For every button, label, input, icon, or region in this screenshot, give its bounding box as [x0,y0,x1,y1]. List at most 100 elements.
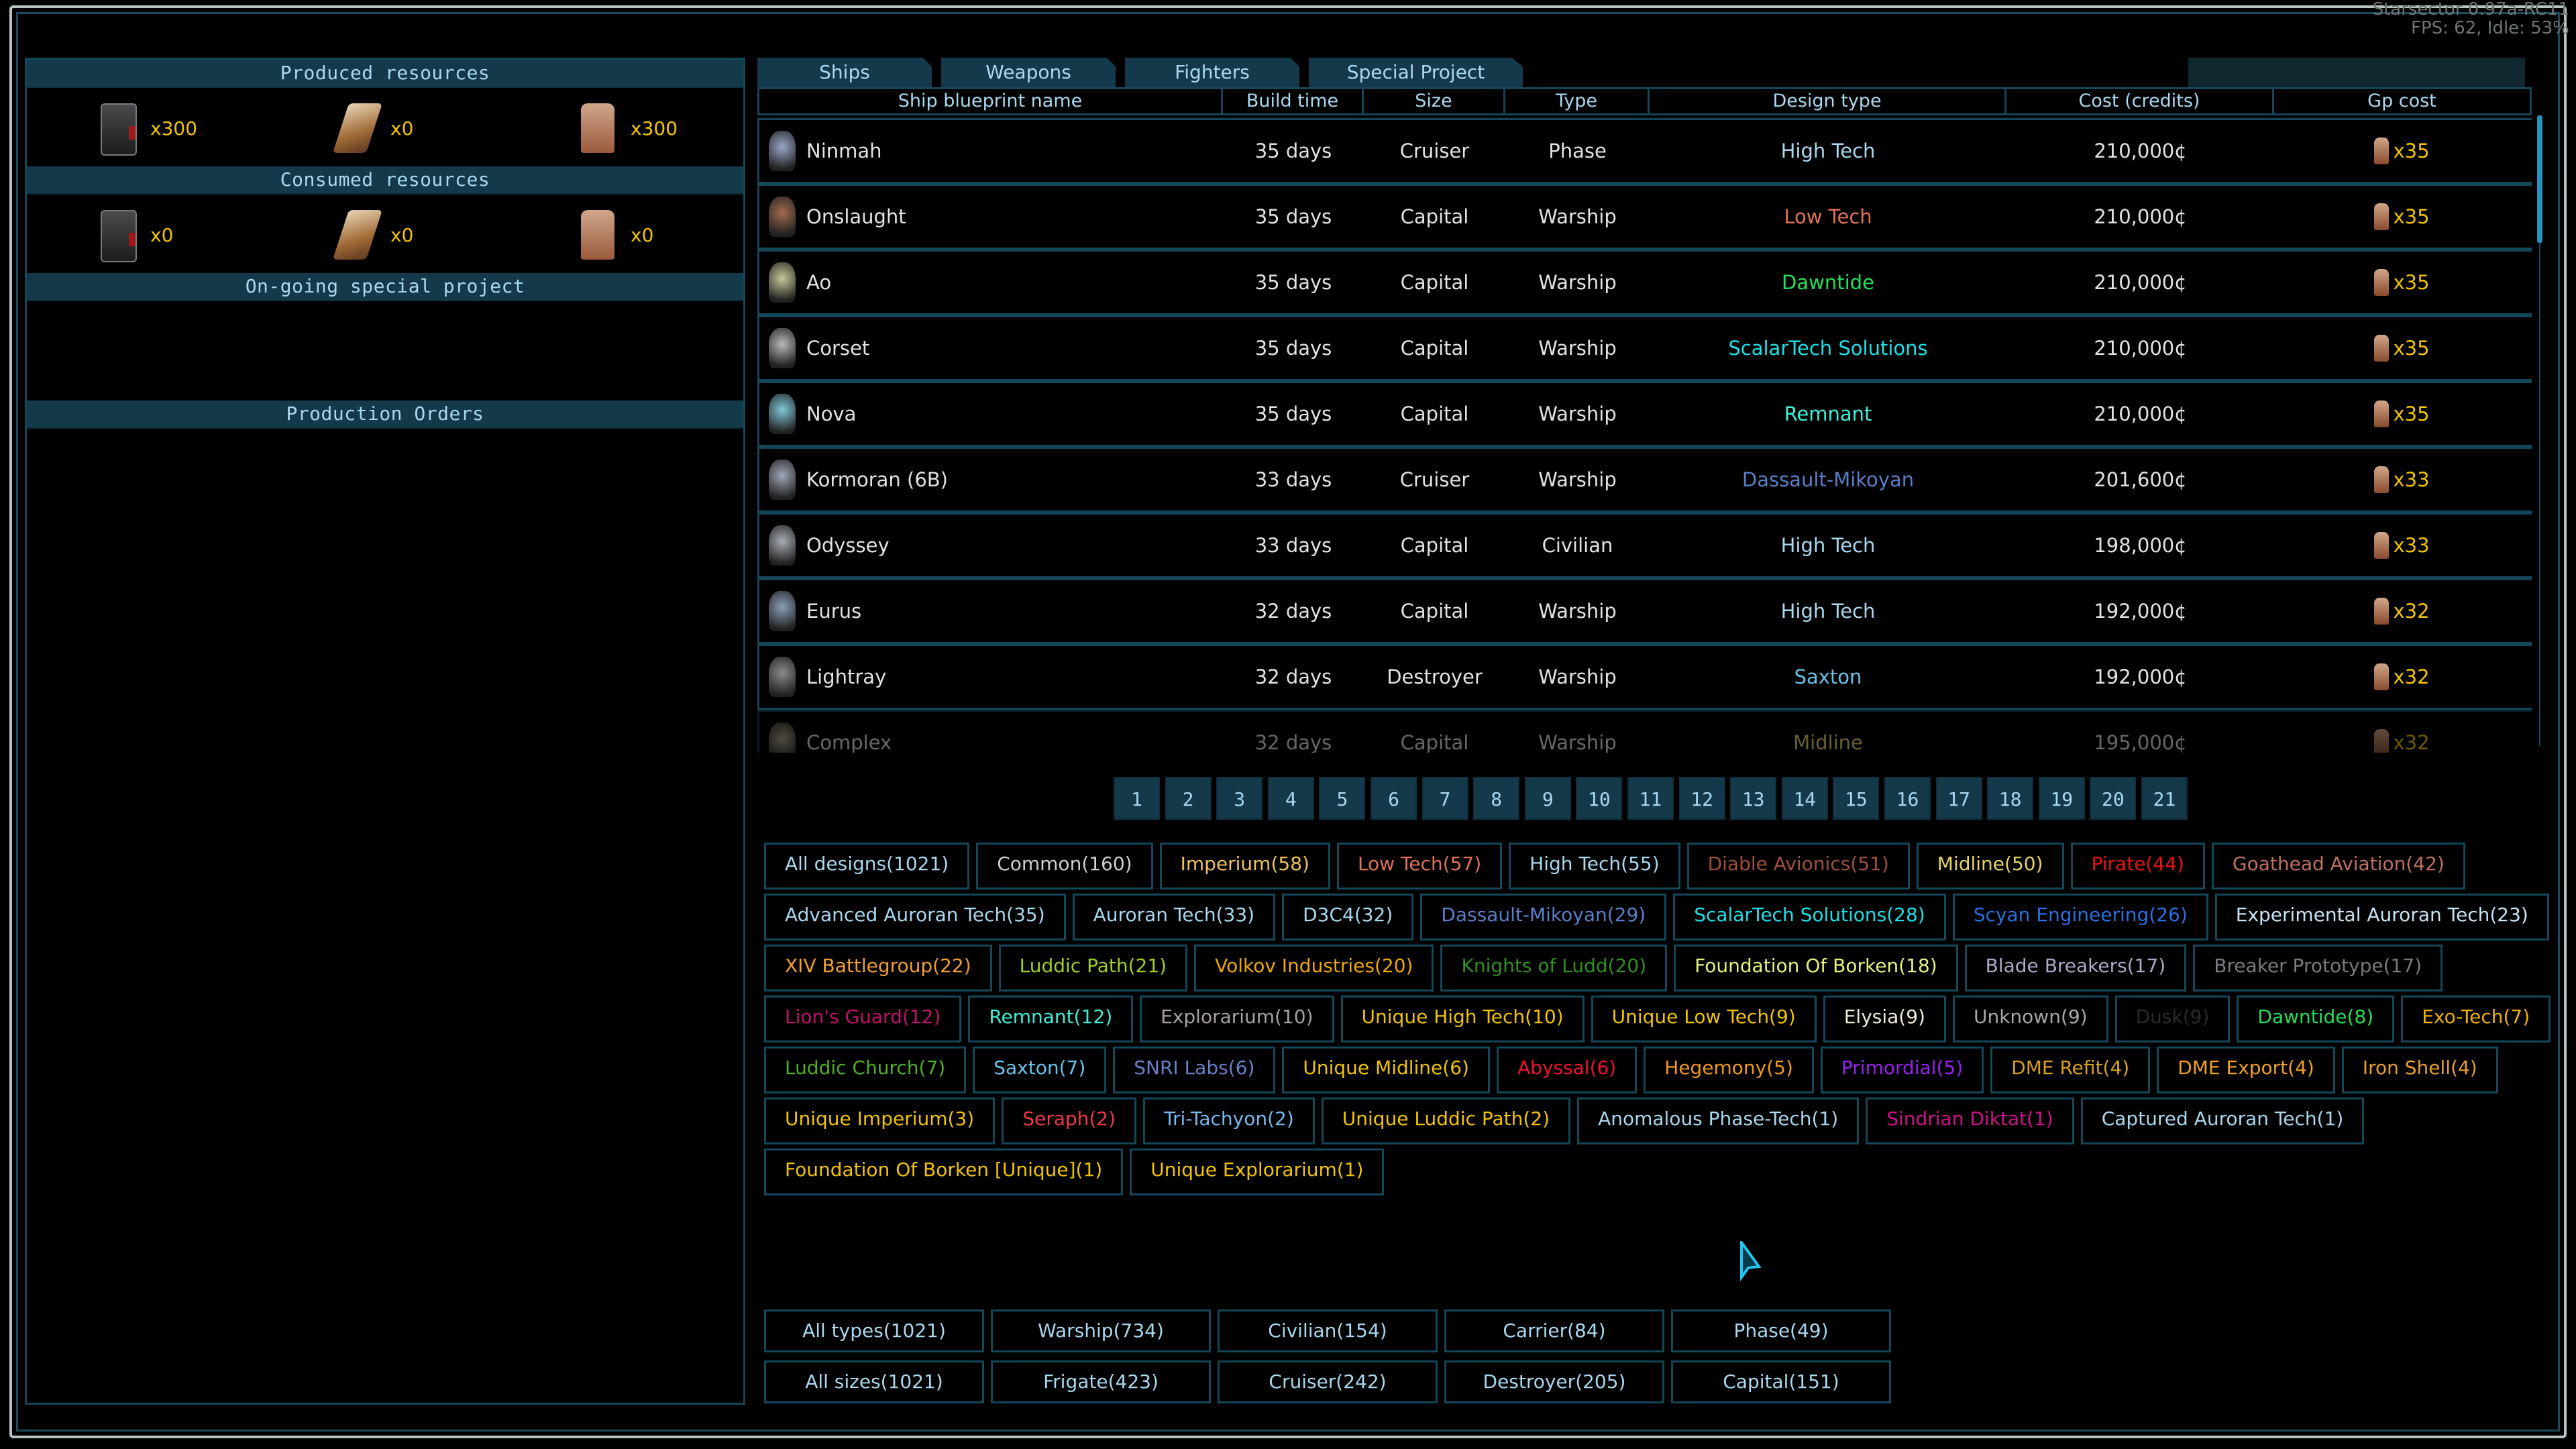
column-header-design-type[interactable]: Design type [1650,89,2006,113]
design-filter-tag[interactable]: DME Refit(4) [1990,1046,2151,1093]
design-filter-tag[interactable]: Unique Low Tech(9) [1591,996,1817,1042]
page-button[interactable]: 13 [1730,777,1777,820]
design-filter-tag[interactable]: Explorarium(10) [1140,996,1334,1042]
design-filter-tag[interactable]: Low Tech(57) [1336,843,1503,890]
design-filter-tag[interactable]: Luddic Path(21) [998,945,1188,991]
production-orders-list[interactable] [27,429,743,1401]
page-button[interactable]: 7 [1421,777,1468,820]
design-filter-tag[interactable]: Luddic Church(7) [764,1046,967,1093]
design-filter-tag[interactable]: Unique High Tech(10) [1340,996,1585,1042]
page-button[interactable]: 9 [1524,777,1571,820]
page-button[interactable]: 20 [2090,777,2137,820]
design-filter-tag[interactable]: Breaker Prototype(17) [2193,945,2443,991]
design-filter-tag[interactable]: Primordial(5) [1820,1046,1984,1093]
design-filter-tag[interactable]: Imperium(58) [1159,843,1330,890]
design-filter-tag[interactable]: Foundation Of Borken(18) [1674,945,1958,991]
design-filter-tag[interactable]: Common(160) [976,843,1153,890]
column-header-build-time[interactable]: Build time [1223,89,1364,113]
filter-all-sizes[interactable]: All sizes(1021) [764,1360,984,1403]
column-header-type[interactable]: Type [1505,89,1650,113]
table-row[interactable]: Ao 35 days Capital Warship Dawntide 210,000¢ x… [757,250,2532,315]
page-button[interactable]: 12 [1678,777,1725,820]
tab-ships[interactable]: Ships [757,58,932,87]
tab-special-project[interactable]: Special Project [1309,58,1523,87]
design-filter-tag[interactable]: Foundation Of Borken [Unique](1) [764,1148,1124,1195]
filter-civilian[interactable]: Civilian(154) [1218,1309,1438,1352]
design-filter-tag[interactable]: Abyssal(6) [1496,1046,1638,1093]
design-filter-tag[interactable]: Seraph(2) [1002,1097,1137,1144]
design-filter-tag[interactable]: Scyan Engineering(26) [1952,894,2208,941]
design-filter-tag[interactable]: Diable Avionics(51) [1686,843,1910,890]
table-row[interactable]: Odyssey 33 days Capital Civilian High Tech 19… [757,513,2532,578]
design-filter-tag[interactable]: Hegemony(5) [1644,1046,1814,1093]
filter-frigate[interactable]: Frigate(423) [991,1360,1211,1403]
page-button[interactable]: 17 [1935,777,1982,820]
design-filter-tag[interactable]: Volkov Industries(20) [1194,945,1434,991]
design-filter-tag[interactable]: Dassault-Mikoyan(29) [1420,894,1667,941]
design-filter-tag[interactable]: Goathead Aviation(42) [2211,843,2465,890]
design-filter-tag[interactable]: Anomalous Phase-Tech(1) [1577,1097,1860,1144]
design-filter-tag[interactable]: High Tech(55) [1509,843,1680,890]
table-row[interactable]: Kormoran (6B) 33 days Cruiser Warship Dassau… [757,447,2532,513]
design-filter-tag[interactable]: All designs(1021) [764,843,970,890]
search-bar-area[interactable] [2188,58,2525,87]
tab-weapons[interactable]: Weapons [941,58,1116,87]
design-filter-tag[interactable]: Auroran Tech(33) [1072,894,1276,941]
filter-destroyer[interactable]: Destroyer(205) [1444,1360,1664,1403]
table-row[interactable]: Lightray 32 days Destroyer Warship Saxton 192… [757,644,2532,710]
design-filter-tag[interactable]: Midline(50) [1916,843,2064,890]
table-row[interactable]: Ninmah 35 days Cruiser Phase High Tech 210,00… [757,118,2532,184]
page-button[interactable]: 4 [1267,777,1314,820]
design-filter-tag[interactable]: Tri-Tachyon(2) [1143,1097,1315,1144]
design-filter-tag[interactable]: XIV Battlegroup(22) [764,945,992,991]
design-filter-tag[interactable]: Elysia(9) [1823,996,1946,1042]
table-row[interactable]: Eurus 32 days Capital Warship High Tech 192,0… [757,578,2532,644]
page-button[interactable]: 21 [2141,777,2188,820]
column-header-size[interactable]: Size [1364,89,1505,113]
design-filter-tag[interactable]: Unknown(9) [1952,996,2108,1042]
page-button[interactable]: 14 [1781,777,1828,820]
page-button[interactable]: 1 [1114,777,1160,820]
page-button[interactable]: 19 [2038,777,2085,820]
filter-carrier[interactable]: Carrier(84) [1444,1309,1664,1352]
filter-phase[interactable]: Phase(49) [1671,1309,1891,1352]
design-filter-tag[interactable]: SNRI Labs(6) [1113,1046,1276,1093]
design-filter-tag[interactable]: Unique Luddic Path(2) [1321,1097,1571,1144]
column-header-cost[interactable]: Cost (credits) [2006,89,2274,113]
design-filter-tag[interactable]: Unique Explorarium(1) [1130,1148,1385,1195]
design-filter-tag[interactable]: Pirate(44) [2070,843,2205,890]
page-button[interactable]: 2 [1165,777,1212,820]
design-filter-tag[interactable]: Advanced Auroran Tech(35) [764,894,1066,941]
design-filter-tag[interactable]: Remnant(12) [968,996,1134,1042]
design-filter-tag[interactable]: Dusk(9) [2114,996,2231,1042]
design-filter-tag[interactable]: Dawntide(8) [2237,996,2395,1042]
design-filter-tag[interactable]: Blade Breakers(17) [1964,945,2187,991]
table-row[interactable]: Nova 35 days Capital Warship Remnant 210,000¢… [757,381,2532,447]
page-button[interactable]: 6 [1371,777,1417,820]
table-row[interactable]: Onslaught 35 days Capital Warship Low Tech 21… [757,184,2532,250]
design-filter-tag[interactable]: Sindrian Diktat(1) [1866,1097,2074,1144]
design-filter-tag[interactable]: Unique Midline(6) [1282,1046,1490,1093]
design-filter-tag[interactable]: D3C4(32) [1282,894,1414,941]
table-row[interactable]: Complex 32 days Capital Warship Midline 195,0… [757,710,2532,753]
tab-fighters[interactable]: Fighters [1125,58,1299,87]
scrollbar-thumb[interactable] [2537,115,2542,243]
page-button[interactable]: 16 [1884,777,1931,820]
design-filter-tag[interactable]: Unique Imperium(3) [764,1097,996,1144]
design-filter-tag[interactable]: DME Export(4) [2157,1046,2335,1093]
design-filter-tag[interactable]: Iron Shell(4) [2341,1046,2498,1093]
filter-warship[interactable]: Warship(734) [991,1309,1211,1352]
page-button[interactable]: 10 [1576,777,1623,820]
page-button[interactable]: 3 [1216,777,1263,820]
filter-capital[interactable]: Capital(151) [1671,1360,1891,1403]
page-button[interactable]: 8 [1473,777,1520,820]
page-button[interactable]: 5 [1319,777,1366,820]
design-filter-tag[interactable]: Saxton(7) [973,1046,1107,1093]
page-button[interactable]: 15 [1833,777,1880,820]
design-filter-tag[interactable]: Knights of Ludd(20) [1440,945,1668,991]
design-filter-tag[interactable]: Experimental Auroran Tech(23) [2214,894,2549,941]
page-button[interactable]: 11 [1627,777,1674,820]
design-filter-tag[interactable]: Captured Auroran Tech(1) [2080,1097,2365,1144]
filter-all-types[interactable]: All types(1021) [764,1309,984,1352]
filter-cruiser[interactable]: Cruiser(242) [1218,1360,1438,1403]
